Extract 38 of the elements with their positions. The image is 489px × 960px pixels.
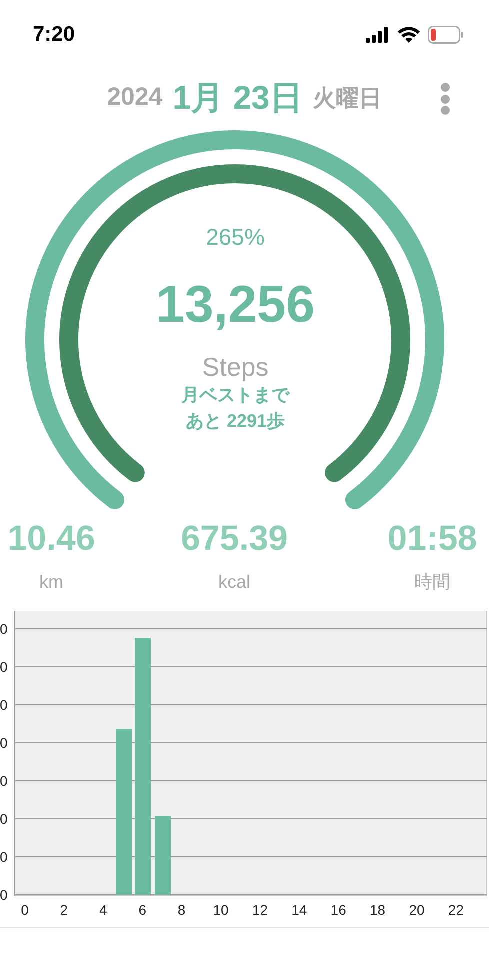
best-note-line: 月ベストまで	[182, 386, 290, 404]
stat-value: 01:58	[388, 521, 478, 556]
weekday-label: 火曜日	[312, 84, 382, 113]
battery-icon	[428, 26, 464, 44]
x-axis-label: 4	[100, 902, 108, 918]
wifi-icon	[398, 27, 420, 43]
stat-value: 10.46	[8, 521, 96, 556]
stat-label: kcal	[218, 573, 250, 591]
steps-count: 13,256	[156, 279, 316, 331]
x-axis-label: 16	[330, 902, 346, 918]
status-time: 7:20	[33, 22, 76, 48]
x-axis-label: 12	[252, 902, 268, 918]
x-axis-label: 0	[21, 902, 29, 918]
x-axis-label: 6	[138, 902, 146, 918]
date-label: 1月 23日	[172, 78, 303, 118]
y-axis-label: 0	[0, 659, 8, 675]
x-axis-label: 22	[448, 902, 464, 918]
y-axis-label: 0	[0, 849, 8, 865]
x-axis-label: 18	[370, 902, 386, 918]
y-axis-label: 0	[0, 887, 8, 903]
x-axis-label: 2	[60, 902, 68, 918]
x-axis-label: 10	[213, 902, 229, 918]
y-axis-label: 0	[0, 811, 8, 827]
x-axis-label: 20	[409, 902, 425, 918]
stat-value: 675.39	[180, 521, 288, 556]
signal-icon	[366, 27, 390, 43]
x-axis-label: 8	[178, 902, 186, 918]
stat-label: km	[40, 573, 64, 591]
y-axis-label: 0	[0, 621, 8, 637]
steps-unit: Steps	[202, 354, 269, 380]
percent-label: 265%	[206, 226, 265, 249]
stat-label: 時間	[414, 573, 450, 591]
y-axis-label: 0	[0, 735, 8, 751]
best-note-line: あと 2291歩	[186, 412, 286, 430]
x-axis-label: 14	[292, 902, 308, 918]
year-label: 2024	[107, 82, 163, 114]
y-axis-label: 0	[0, 773, 8, 789]
y-axis-label: 0	[0, 697, 8, 713]
